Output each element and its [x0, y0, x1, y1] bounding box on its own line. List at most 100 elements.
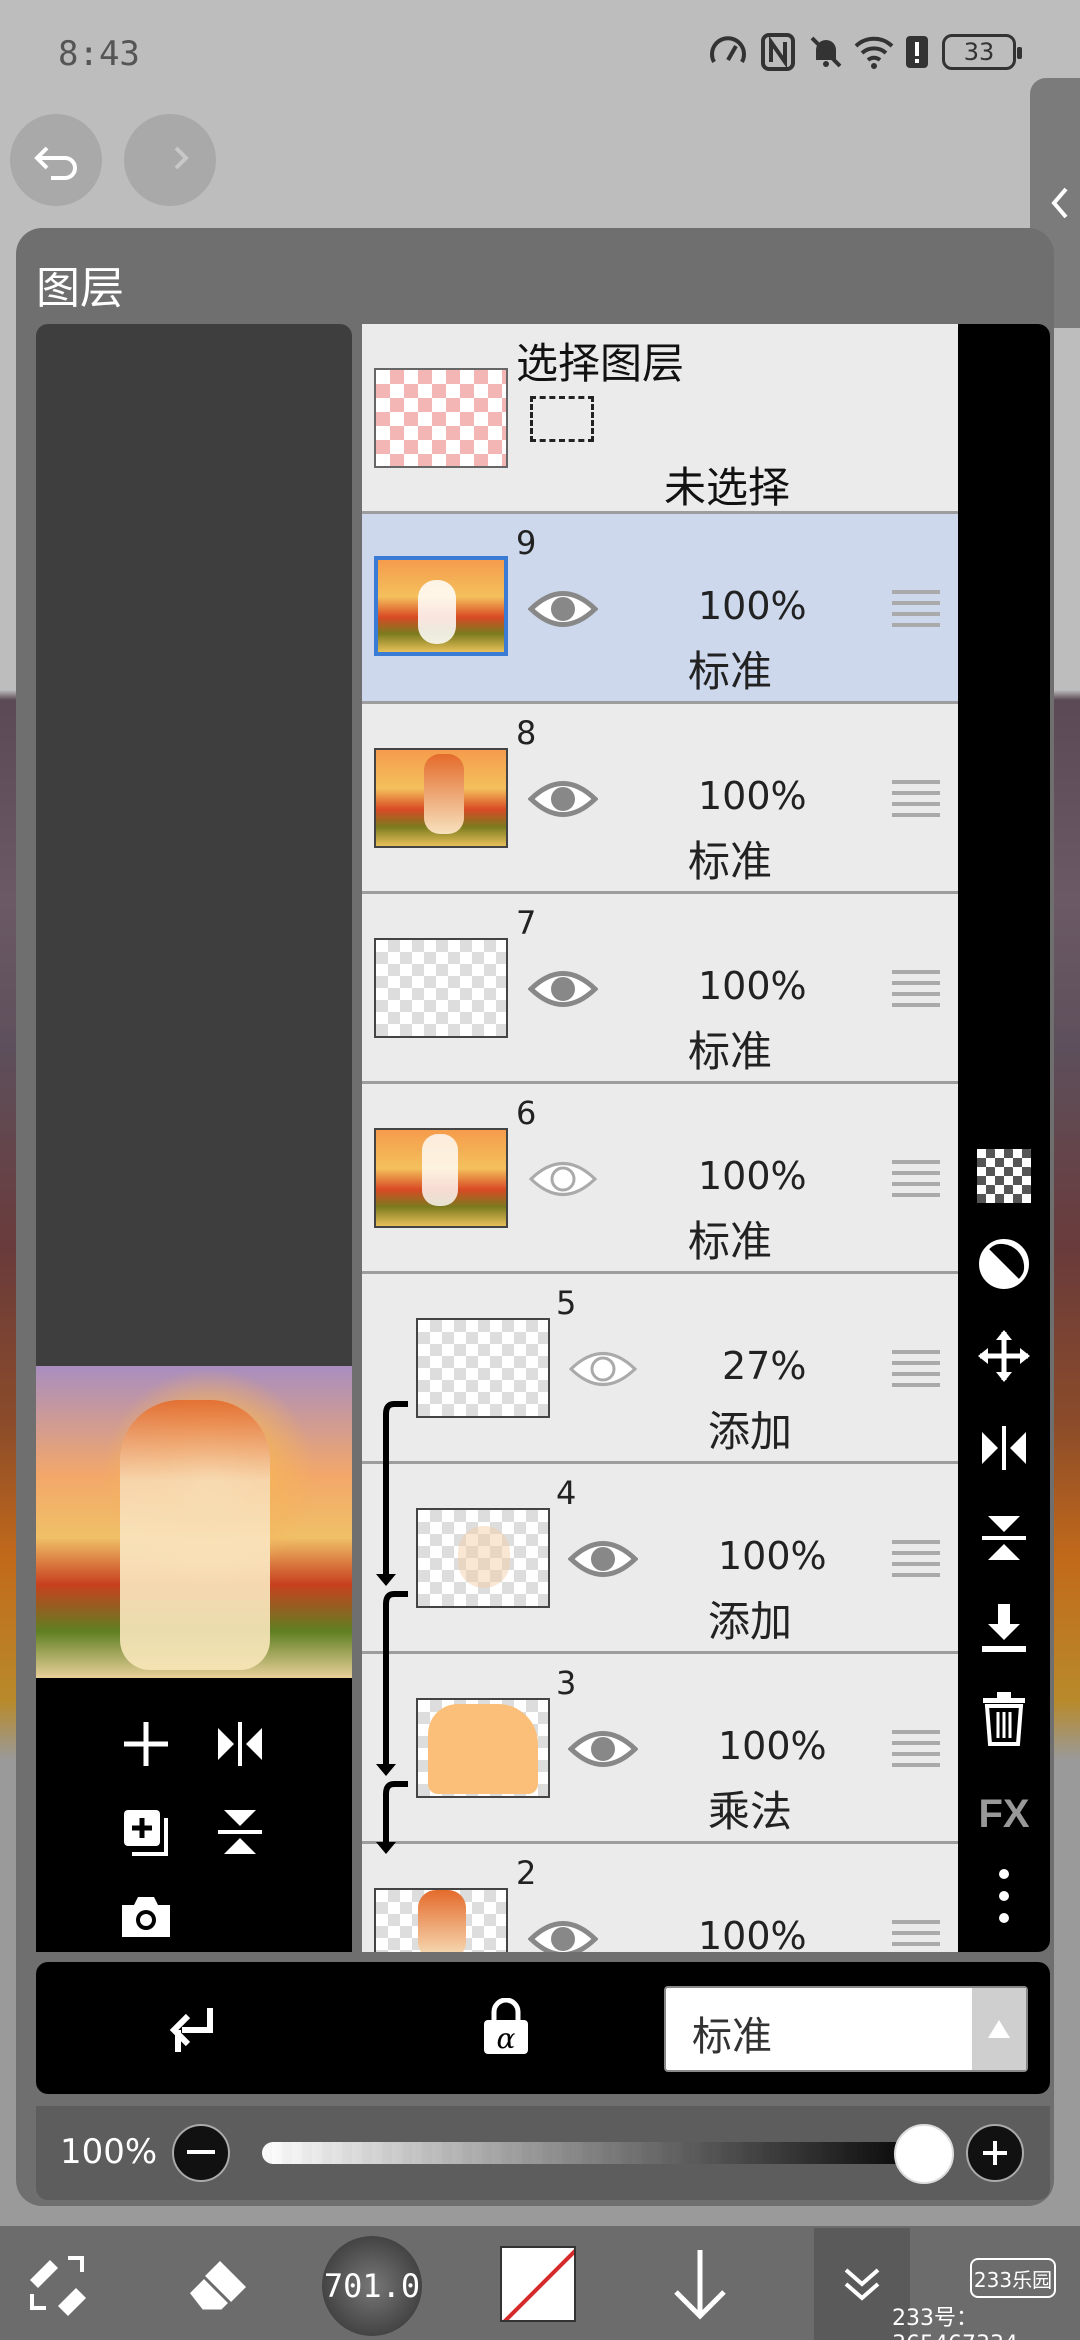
visibility-eye-icon[interactable] [528, 586, 598, 632]
visibility-eye-icon[interactable] [528, 1156, 598, 1202]
import-photo-button[interactable] [110, 1880, 182, 1952]
visibility-eye-icon[interactable] [568, 1536, 638, 1582]
drag-handle-icon[interactable] [892, 1348, 940, 1388]
duplicate-layer-button[interactable] [110, 1796, 182, 1868]
layer-number: 7 [516, 904, 537, 942]
drag-handle-icon[interactable] [892, 1158, 940, 1198]
layer-opacity: 27% [722, 1344, 807, 1388]
drag-handle-icon[interactable] [892, 968, 940, 1008]
layer-number: 3 [556, 1664, 577, 1702]
brush-size-value: 701.0 [323, 2267, 421, 2305]
layer-blend-mode: 乘法 [708, 1787, 793, 1836]
layer-number: 4 [556, 1474, 577, 1512]
undo-button[interactable] [10, 114, 102, 206]
plus-icon [983, 2141, 1007, 2165]
mute-icon [804, 30, 848, 74]
layer-down-button[interactable] [652, 2236, 748, 2332]
opacity-slider-thumb[interactable] [894, 2124, 954, 2184]
invert-button[interactable] [972, 1232, 1036, 1296]
opacity-increase-button[interactable] [966, 2124, 1024, 2182]
layer-blend-mode: 添加 [708, 1407, 793, 1456]
svg-text:α: α [497, 2022, 516, 2055]
layer-blend-mode: 标准 [688, 837, 773, 886]
merge-down-icon [982, 1604, 1026, 1652]
tool-switch-button[interactable] [10, 2236, 106, 2332]
visibility-eye-icon[interactable] [568, 1346, 638, 1392]
visibility-eye-icon[interactable] [528, 966, 598, 1012]
duplicate-icon [124, 1810, 168, 1856]
selection-layer-row[interactable]: 选择图层 未选择 [362, 324, 958, 514]
plus-icon [124, 1722, 168, 1766]
move-button[interactable] [972, 1324, 1036, 1388]
layer-row[interactable]: 3 100% 乘法 [362, 1654, 958, 1844]
visibility-eye-icon[interactable] [568, 1726, 638, 1772]
alpha-lock-icon: α [484, 1997, 528, 2055]
opacity-slider-track[interactable] [262, 2142, 934, 2164]
layer-row[interactable]: 8 100% 标准 [362, 704, 958, 894]
undo-icon [34, 146, 77, 180]
layer-opacity: 100% [698, 964, 807, 1008]
drag-handle-icon[interactable] [892, 588, 940, 628]
drag-handle-icon[interactable] [892, 1918, 940, 1952]
drag-handle-icon[interactable] [892, 1728, 940, 1768]
layer-opacity: 100% [718, 1724, 827, 1768]
selection-layer-state: 未选择 [664, 463, 791, 512]
layer-row[interactable]: 7 100% 标准 [362, 894, 958, 1084]
layer-number: 6 [516, 1094, 537, 1132]
more-vertical-icon [999, 1869, 1009, 1923]
checker-icon [977, 1149, 1031, 1203]
layer-thumbnail-shape [428, 1704, 538, 1794]
minus-icon [187, 2150, 215, 2154]
layer-thumbnail-glow [458, 1526, 510, 1588]
drag-handle-icon[interactable] [892, 1538, 940, 1578]
layer-thumbnail-mask [418, 580, 456, 644]
clipping-icon [169, 2008, 213, 2052]
delete-layer-button[interactable] [972, 1686, 1036, 1750]
flip-vertical-button[interactable] [204, 1796, 276, 1868]
layer-thumbnail-mask [422, 1134, 458, 1206]
blend-mode-dropdown-button[interactable] [972, 1988, 1026, 2070]
watermark-logo: 233乐园 [970, 2258, 1056, 2298]
camera-icon [122, 1897, 170, 1937]
visibility-eye-icon[interactable] [528, 776, 598, 822]
brush-size-indicator[interactable]: 701.0 [322, 2236, 422, 2336]
layer-opacity: 100% [698, 774, 807, 818]
nfc-icon [756, 30, 800, 74]
flip-layer-horizontal-button[interactable] [972, 1416, 1036, 1480]
layer-actions-panel [36, 1678, 352, 1952]
redo-button[interactable] [124, 114, 216, 206]
clipping-arrows [376, 1401, 408, 1854]
alpha-lock-button[interactable]: α [478, 1997, 538, 2062]
merge-down-button[interactable] [972, 1596, 1036, 1660]
layer-thumbnail-figure [424, 754, 464, 834]
triangle-up-icon [988, 2020, 1010, 2038]
drag-handle-icon[interactable] [892, 778, 940, 818]
layer-row[interactable]: 2 100% [362, 1844, 958, 1952]
add-layer-button[interactable] [110, 1708, 182, 1780]
redo-icon [174, 146, 189, 170]
opacity-decrease-button[interactable] [172, 2124, 230, 2182]
layer-opacity: 100% [698, 584, 807, 628]
flip-horizontal-button[interactable] [204, 1708, 276, 1780]
data-speed-icon [706, 30, 750, 74]
chevron-left-icon [1051, 187, 1068, 219]
more-options-button[interactable] [972, 1864, 1036, 1928]
flip-horizontal-icon [982, 1426, 1026, 1470]
layer-row[interactable]: 6 100% 标准 [362, 1084, 958, 1274]
layer-row[interactable]: 5 27% 添加 [362, 1274, 958, 1464]
clipping-button[interactable] [164, 2000, 228, 2060]
double-chevron-down-icon [844, 2268, 880, 2301]
thumbnail-figure [120, 1400, 270, 1670]
layer-list[interactable]: 选择图层 未选择 9 100% 标准 8 100% 标准 7 100% 标准 6 [362, 324, 958, 1952]
fx-button[interactable]: FX [972, 1782, 1036, 1846]
layer-blend-mode: 标准 [688, 1217, 773, 1266]
color-picker-button[interactable] [500, 2246, 576, 2322]
transparency-button[interactable] [972, 1144, 1036, 1208]
flip-layer-vertical-button[interactable] [972, 1506, 1036, 1570]
layer-row[interactable]: 9 100% 标准 [362, 514, 958, 704]
eraser-tool-button[interactable] [170, 2236, 266, 2332]
layer-number: 5 [556, 1284, 577, 1322]
visibility-eye-icon[interactable] [528, 1916, 598, 1952]
layer-row[interactable]: 4 100% 添加 [362, 1464, 958, 1654]
flip-vertical-icon [218, 1810, 262, 1854]
